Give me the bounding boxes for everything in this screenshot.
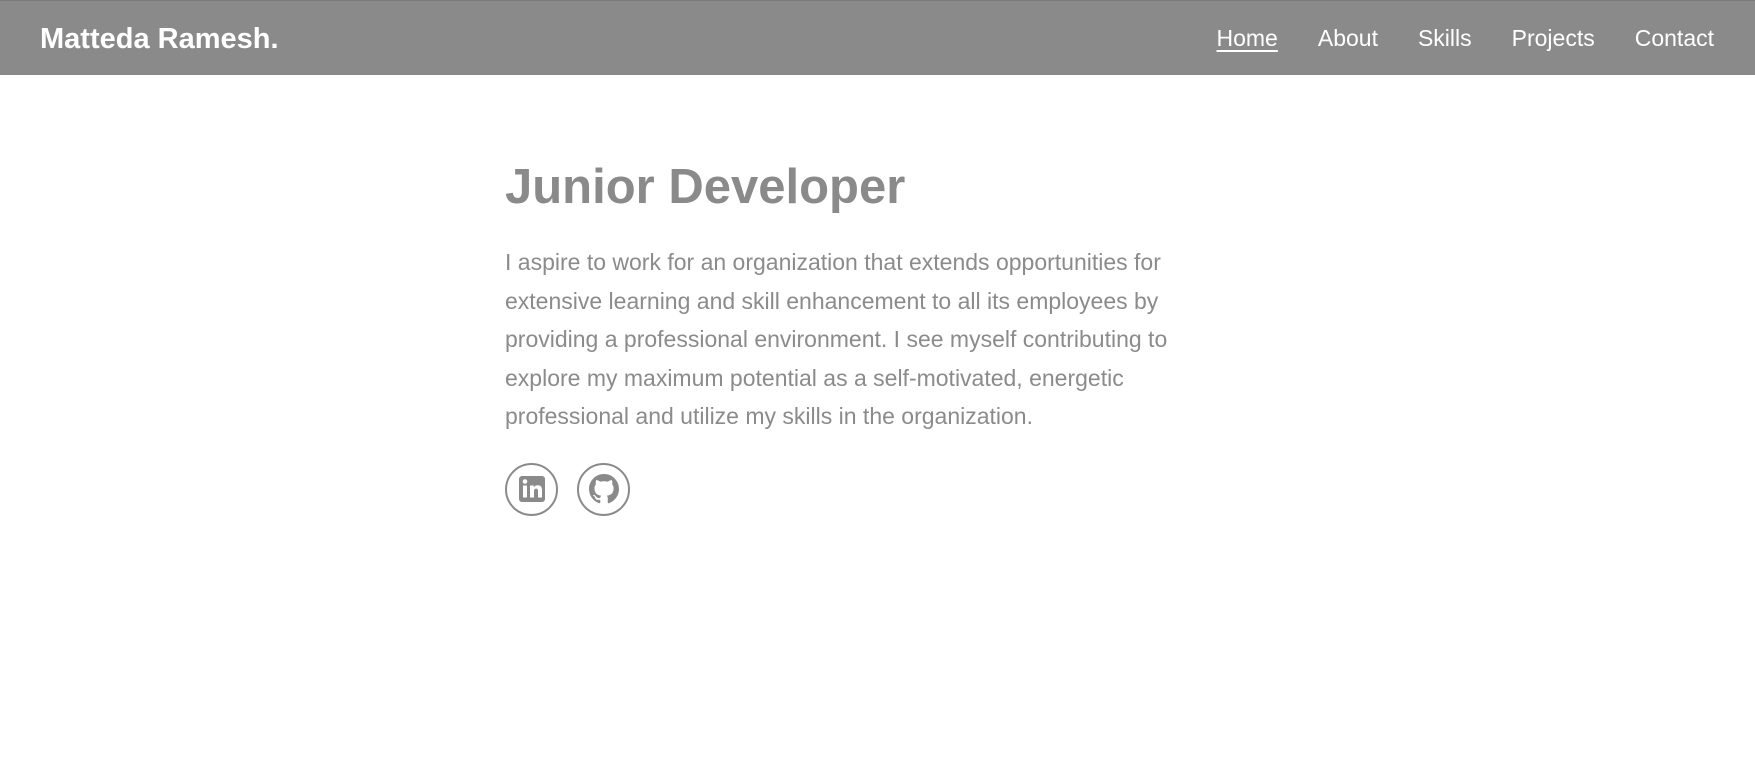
github-button[interactable] (577, 462, 630, 516)
brand-logo[interactable]: Matteda Ramesh. (40, 21, 279, 57)
nav-link-contact[interactable]: Contact (1635, 23, 1714, 53)
hero-description: I aspire to work for an organization tha… (505, 249, 1168, 430)
nav-menu: Home About Skills Projects Contact (1217, 23, 1715, 53)
nav-link-home[interactable]: Home (1217, 23, 1278, 53)
hero-section: Junior Developer I aspire to work for an… (505, 155, 1225, 516)
social-links (505, 462, 1225, 516)
navbar: Matteda Ramesh. Home About Skills Projec… (0, 0, 1755, 75)
linkedin-icon (518, 475, 546, 503)
linkedin-button[interactable] (505, 462, 558, 516)
github-icon (588, 474, 619, 504)
nav-link-about[interactable]: About (1318, 23, 1378, 53)
nav-link-projects[interactable]: Projects (1512, 23, 1595, 53)
nav-link-skills[interactable]: Skills (1418, 23, 1472, 53)
hero-title: Junior Developer (505, 160, 906, 214)
